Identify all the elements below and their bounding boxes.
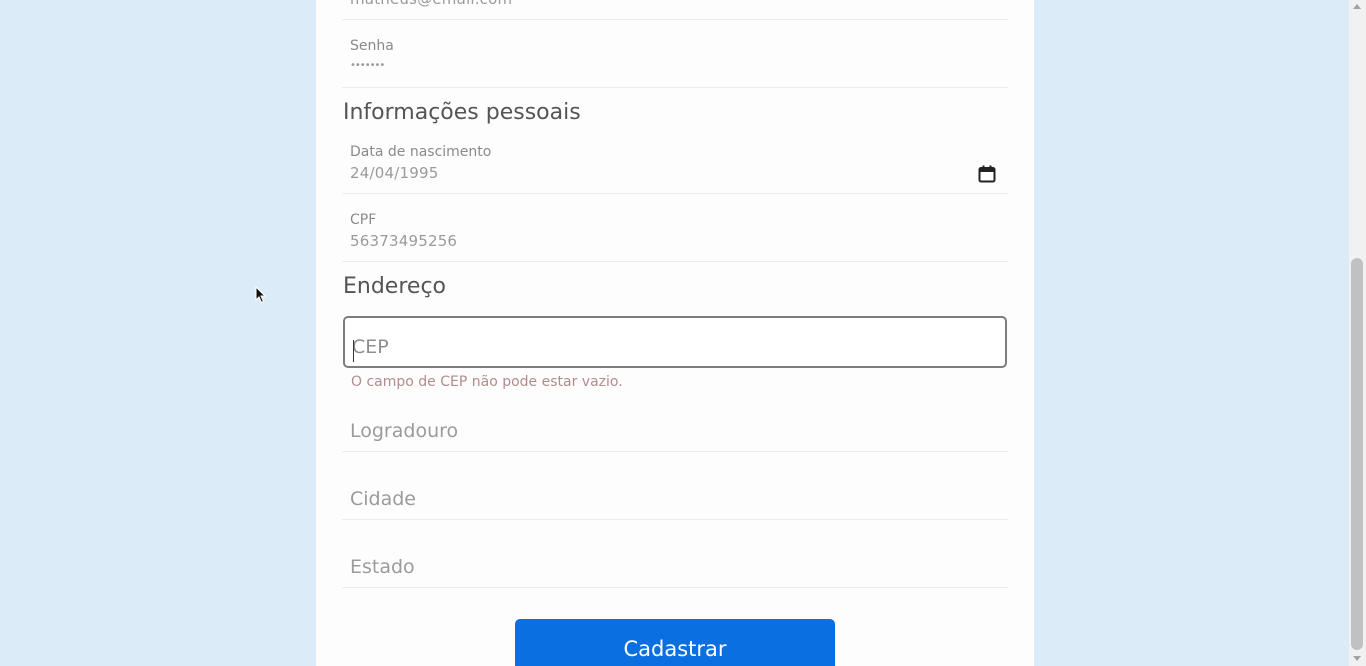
email-field[interactable]: matheus@email.com [342, 0, 1008, 20]
scrollbar-thumb[interactable] [1351, 258, 1363, 650]
cep-error-message: O campo de CEP não pode estar vazio. [351, 374, 623, 390]
page-scrollbar[interactable] [1349, 0, 1366, 666]
cpf-value: 56373495256 [350, 232, 458, 250]
address-title: Endereço [343, 274, 446, 299]
password-label: Senha [350, 38, 394, 54]
birthdate-value: 24/04/1995 [350, 164, 439, 182]
cpf-field[interactable]: CPF 56373495256 [342, 206, 1008, 262]
state-placeholder: Estado [350, 556, 415, 578]
personal-info-title: Informações pessoais [343, 100, 581, 125]
cep-placeholder: CEP [352, 336, 389, 358]
cpf-label: CPF [350, 212, 377, 228]
street-placeholder: Logradouro [350, 420, 459, 442]
birthdate-label: Data de nascimento [350, 144, 492, 160]
email-value: matheus@email.com [350, 0, 512, 8]
city-input[interactable]: Cidade [342, 478, 1008, 520]
scroll-down-arrow-icon[interactable] [1353, 656, 1361, 661]
cep-input[interactable]: CEP [343, 316, 1007, 368]
street-input[interactable]: Logradouro [342, 410, 1008, 452]
birthdate-field[interactable]: Data de nascimento 24/04/1995 [342, 138, 1008, 194]
register-button[interactable]: Cadastrar [515, 619, 835, 666]
text-caret [353, 340, 354, 362]
mouse-cursor-icon [255, 286, 267, 304]
register-button-label: Cadastrar [623, 637, 727, 661]
calendar-icon[interactable] [978, 165, 996, 183]
password-field[interactable]: Senha ••••••• [342, 20, 1008, 88]
password-value: ••••••• [350, 60, 385, 71]
scroll-up-arrow-icon[interactable] [1353, 4, 1361, 9]
register-form-card: matheus@email.com Senha ••••••• Informaç… [316, 0, 1034, 666]
state-input[interactable]: Estado [342, 546, 1008, 588]
city-placeholder: Cidade [350, 488, 416, 510]
